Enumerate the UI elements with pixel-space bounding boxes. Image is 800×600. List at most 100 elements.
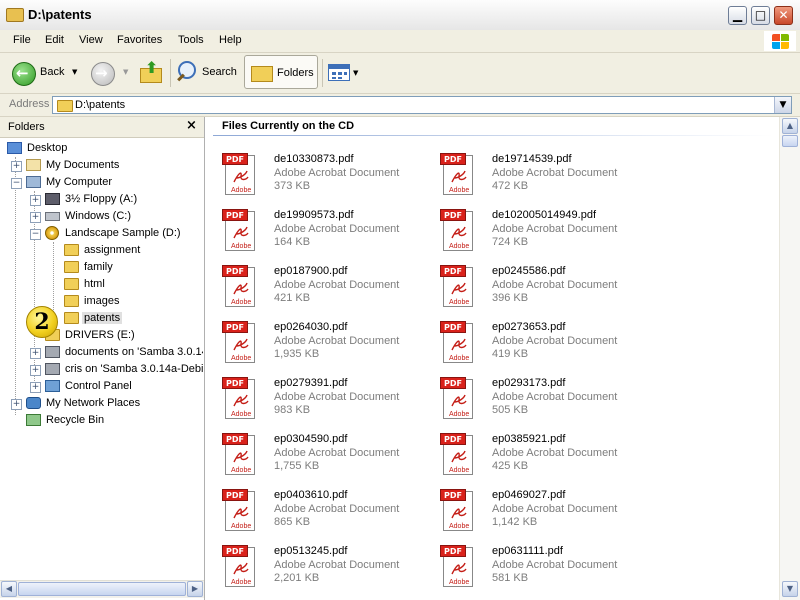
file-item[interactable]: PDF Adobe ep0245586.pdf Adobe Acrobat Docum… [440,265,650,315]
file-size: 396 KB [492,292,529,304]
tree-item-html[interactable]: html [64,277,201,293]
file-type: Adobe Acrobat Document [274,279,400,291]
toolbar-separator [322,59,323,87]
pdf-file-icon: PDF Adobe [440,433,474,477]
folder-icon [64,295,79,307]
close-folders-pane-icon[interactable]: × [186,118,197,133]
tree-item-family[interactable]: family [64,260,201,276]
tree-item-label: assignment [84,244,141,256]
open-folder-icon [64,312,79,324]
menu-file[interactable]: File [13,34,31,46]
menu-favorites[interactable]: Favorites [117,34,162,46]
file-item[interactable]: PDF Adobe de10330873.pdf Adobe Acrobat Docu… [222,153,432,203]
folders-icon [251,66,273,82]
file-type: Adobe Acrobat Document [274,447,400,459]
collapse-icon[interactable]: − [11,178,22,189]
file-item[interactable]: PDF Adobe de19714539.pdf Adobe Acrobat Docu… [440,153,650,203]
tree-item-floppy[interactable]: + 3½ Floppy (A:) [26,192,201,208]
menu-view[interactable]: View [79,34,103,46]
tree-item-documents-samba[interactable]: + documents on 'Samba 3.0.14 [26,345,203,361]
tree-item-control-panel[interactable]: + Control Panel [26,379,201,395]
expand-icon[interactable]: + [11,161,22,172]
folder-icon [6,8,24,22]
minimize-button[interactable]: ▁ [728,6,747,25]
scroll-thumb[interactable] [782,135,798,147]
tree-item-patents[interactable]: patents [64,311,201,327]
expand-icon[interactable]: + [30,212,41,223]
file-item[interactable]: PDF Adobe ep0273653.pdf Adobe Acrobat Docum… [440,321,650,371]
tree-item-drivers-e[interactable]: DRIVERS (E:) [45,328,201,344]
folders-pane-header: Folders × [0,117,204,138]
forward-dropdown-icon[interactable]: ▼ [123,68,128,76]
file-item[interactable]: PDF Adobe de102005014949.pdf Adobe Acrobat … [440,209,650,259]
up-folder-button[interactable]: ⬆ [138,58,164,88]
file-item[interactable]: PDF Adobe ep0304590.pdf Adobe Acrobat Docum… [222,433,432,483]
tree-item-my-computer[interactable]: − My Computer [7,175,197,191]
file-item[interactable]: PDF Adobe ep0513245.pdf Adobe Acrobat Docum… [222,545,432,595]
tree-item-label: Windows (C:) [65,210,132,222]
folder-icon [64,261,79,273]
tree-item-label: patents [82,312,123,324]
tree-item-label: Landscape Sample (D:) [65,227,181,239]
menu-edit[interactable]: Edit [45,34,64,46]
close-button[interactable]: ✕ [774,6,793,25]
scroll-thumb[interactable] [18,582,186,596]
tree-item-images[interactable]: images [64,294,201,310]
back-dropdown-icon[interactable]: ▼ [72,68,77,76]
file-size: 421 KB [274,292,311,304]
expand-icon[interactable]: + [30,365,41,376]
expand-icon[interactable]: + [30,195,41,206]
step-badge: 2 [26,306,58,338]
scroll-down-button[interactable]: ▼ [782,581,798,597]
menu-help[interactable]: Help [219,34,242,46]
file-item[interactable]: PDF Adobe ep0631111.pdf Adobe Acrobat Docum… [440,545,650,595]
file-type: Adobe Acrobat Document [492,223,618,235]
file-size: 581 KB [492,572,529,584]
tree-item-my-network-places[interactable]: + My Network Places [7,396,197,412]
expand-icon[interactable]: + [11,399,22,410]
file-item[interactable]: PDF Adobe ep0469027.pdf Adobe Acrobat Docum… [440,489,650,539]
folders-button[interactable]: Folders [244,55,318,89]
address-dropdown-button[interactable]: ▼ [774,97,791,113]
file-item[interactable]: PDF Adobe ep0264030.pdf Adobe Acrobat Docum… [222,321,432,371]
file-item[interactable]: PDF Adobe de19909573.pdf Adobe Acrobat Docu… [222,209,432,259]
tree-item-assignment[interactable]: assignment [64,243,201,259]
file-item[interactable]: PDF Adobe ep0403610.pdf Adobe Acrobat Docum… [222,489,432,539]
address-field[interactable]: D:\patents ▼ [52,96,792,114]
views-button[interactable]: ▼ [326,59,362,87]
file-item[interactable]: PDF Adobe ep0385921.pdf Adobe Acrobat Docum… [440,433,650,483]
collapse-icon[interactable]: − [30,229,41,240]
file-size: 2,201 KB [274,572,320,584]
forward-button[interactable]: → ▼ [88,56,132,90]
file-item[interactable]: PDF Adobe ep0187900.pdf Adobe Acrobat Docum… [222,265,432,315]
scroll-right-button[interactable]: ▶ [187,581,203,597]
expand-icon[interactable]: + [30,348,41,359]
tree-item-desktop[interactable]: Desktop [7,141,197,157]
file-item[interactable]: PDF Adobe ep0279391.pdf Adobe Acrobat Docum… [222,377,432,427]
file-size: 865 KB [274,516,311,528]
recycle-bin-icon [26,414,41,426]
file-item[interactable]: PDF Adobe ep0293173.pdf Adobe Acrobat Docum… [440,377,650,427]
maximize-button[interactable]: □ [751,6,770,25]
scroll-left-button[interactable]: ◀ [1,581,17,597]
folders-horizontal-scrollbar[interactable]: ◀ ▶ [0,580,204,598]
tree-item-recycle-bin[interactable]: Recycle Bin [26,413,201,429]
tree-item-cris-samba[interactable]: + cris on 'Samba 3.0.14a-Debia [26,362,203,378]
file-name: ep0293173.pdf [492,377,566,389]
back-arrow-icon: ← [12,62,36,86]
content-vertical-scrollbar[interactable]: ▲ ▼ [779,117,800,600]
tree-item-my-documents[interactable]: + My Documents [7,158,197,174]
tree-item-windows-c[interactable]: + Windows (C:) [26,209,201,225]
scroll-up-button[interactable]: ▲ [782,118,798,134]
file-name: ep0304590.pdf [274,433,348,445]
file-size: 472 KB [492,180,529,192]
tree-item-label: images [84,295,120,307]
tree-item-label: Control Panel [65,380,132,392]
tree-item-landscape-sample-d[interactable]: − Landscape Sample (D:) [26,226,201,242]
back-button[interactable]: ← Back ▼ [8,56,80,90]
tree-item-label: DRIVERS (E:) [65,329,135,341]
expand-icon[interactable]: + [30,382,41,393]
menu-tools[interactable]: Tools [178,34,204,46]
search-button[interactable]: Search [174,56,240,90]
tree-item-label: 3½ Floppy (A:) [65,193,138,205]
